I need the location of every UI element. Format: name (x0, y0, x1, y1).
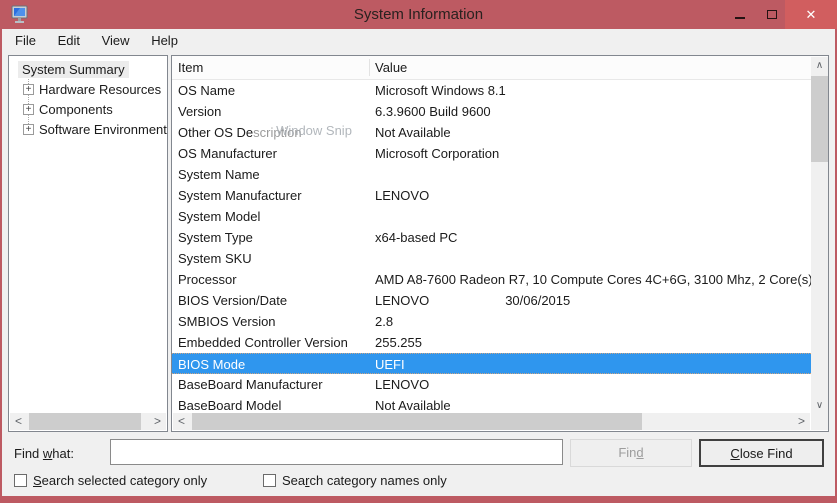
list-vertical-scrollbar[interactable]: ∧ ∨ (811, 57, 828, 414)
table-row[interactable]: System Model (172, 206, 828, 227)
table-row[interactable]: ProcessorAMD A8-7600 Radeon R7, 10 Compu… (172, 269, 828, 290)
tree-item-components[interactable]: + Components (9, 100, 167, 120)
checkbox-icon[interactable] (263, 474, 276, 487)
table-row[interactable]: BaseBoard ManufacturerLENOVO (172, 374, 828, 395)
table-row[interactable]: OS ManufacturerMicrosoft Corporation (172, 143, 828, 164)
maximize-icon (767, 10, 777, 19)
column-header-value[interactable]: Value (375, 56, 407, 80)
list-hscroll-thumb[interactable] (192, 413, 642, 430)
list-horizontal-scrollbar[interactable]: < > (173, 413, 810, 430)
table-row[interactable]: System ManufacturerLENOVO (172, 185, 828, 206)
menu-bar: File Edit View Help (2, 29, 835, 53)
expand-plus-icon[interactable]: + (23, 104, 34, 115)
list-vscroll-thumb[interactable] (811, 76, 828, 162)
expand-plus-icon[interactable]: + (23, 124, 34, 135)
column-header-item[interactable]: Item (178, 56, 203, 80)
table-row[interactable]: Other OS DescriptionNot Available (172, 122, 828, 143)
tree-item-system-summary[interactable]: System Summary (9, 60, 167, 80)
menu-view[interactable]: View (93, 29, 139, 53)
table-row[interactable]: System Typex64-based PC (172, 227, 828, 248)
minimize-button[interactable] (725, 0, 755, 29)
search-selected-category-checkbox[interactable]: Search selected category only (14, 472, 207, 490)
close-icon: ✕ (806, 7, 817, 22)
scroll-left-icon[interactable]: < (173, 413, 190, 430)
scroll-down-icon[interactable]: ∨ (811, 397, 828, 414)
scroll-right-icon[interactable]: > (149, 413, 166, 430)
table-row[interactable]: System Name (172, 164, 828, 185)
category-tree: System Summary + Hardware Resources + Co… (8, 55, 168, 432)
minimize-icon (735, 17, 745, 19)
tree-item-software-environment[interactable]: + Software Environment (9, 120, 167, 140)
tree-hscroll-thumb[interactable] (29, 413, 141, 430)
bios-date: 30/06/2015 (505, 293, 570, 308)
find-what-label: Find what: (14, 446, 74, 461)
find-input[interactable] (110, 439, 563, 465)
table-row[interactable]: Version6.3.9600 Build 9600 (172, 101, 828, 122)
table-row[interactable]: Embedded Controller Version255.255 (172, 332, 828, 353)
tree-horizontal-scrollbar[interactable]: < > (10, 413, 166, 430)
column-separator[interactable] (369, 59, 370, 76)
menu-edit[interactable]: Edit (49, 29, 89, 53)
system-information-window: { "window": { "title": "System Informati… (0, 0, 837, 503)
scroll-right-icon[interactable]: > (793, 413, 810, 430)
search-category-names-checkbox[interactable]: Search category names only (263, 472, 447, 490)
title-bar[interactable]: System Information ✕ (0, 0, 837, 29)
scrollbar-corner (811, 413, 828, 430)
table-row[interactable]: OS NameMicrosoft Windows 8.1 (172, 80, 828, 101)
tree-item-hardware-resources[interactable]: + Hardware Resources (9, 80, 167, 100)
table-row[interactable]: System SKU (172, 248, 828, 269)
window-content: File Edit View Help System Summary + Har… (2, 29, 835, 496)
close-button[interactable]: ✕ (785, 0, 837, 29)
close-find-button[interactable]: Close Find (699, 439, 824, 467)
scroll-up-icon[interactable]: ∧ (811, 57, 828, 74)
table-row[interactable]: BIOS Version/DateLENOVO30/06/2015 (172, 290, 828, 311)
table-row-selected[interactable]: BIOS ModeUEFI (172, 353, 813, 374)
find-button[interactable]: Find (570, 439, 692, 467)
expand-plus-icon[interactable]: + (23, 84, 34, 95)
checkbox-icon[interactable] (14, 474, 27, 487)
maximize-button[interactable] (755, 0, 789, 29)
scroll-left-icon[interactable]: < (10, 413, 27, 430)
window-title: System Information (0, 0, 837, 29)
list-rows: OS NameMicrosoft Windows 8.1 Version6.3.… (172, 80, 828, 416)
menu-file[interactable]: File (6, 29, 45, 53)
menu-help[interactable]: Help (142, 29, 187, 53)
table-row[interactable]: SMBIOS Version2.8 (172, 311, 828, 332)
details-list: Item Value OS NameMicrosoft Windows 8.1 … (171, 55, 829, 432)
list-header: Item Value (172, 56, 828, 80)
